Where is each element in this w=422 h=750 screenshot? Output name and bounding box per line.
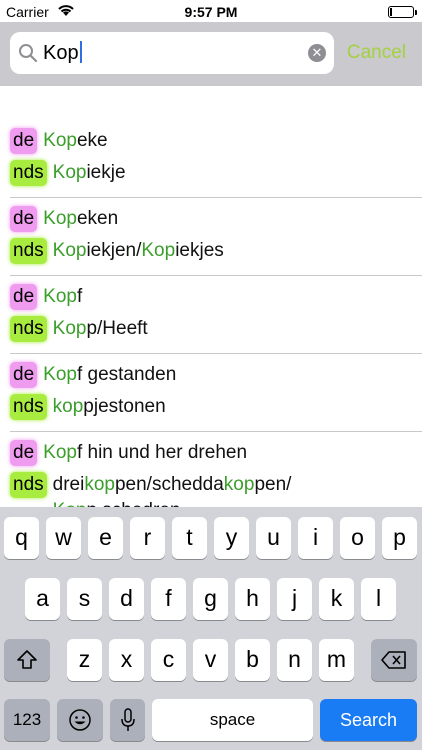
key-x[interactable]: x	[109, 639, 144, 681]
key-f[interactable]: f	[151, 578, 186, 620]
key-n[interactable]: n	[277, 639, 312, 681]
list-item[interactable]: de Kopf nds Kopp/Heeft	[10, 284, 422, 354]
backspace-icon	[381, 651, 406, 669]
de-word: Kopeken	[43, 208, 119, 229]
clear-icon[interactable]: ✕	[308, 44, 326, 62]
space-key[interactable]: space	[152, 699, 313, 741]
key-d[interactable]: d	[109, 578, 144, 620]
de-word: Kopf gestanden	[43, 364, 177, 385]
emoji-icon	[69, 709, 91, 731]
search-input[interactable]: Kop ✕	[10, 32, 334, 74]
search-key[interactable]: Search	[320, 699, 417, 741]
status-bar: Carrier 9:57 PM	[0, 0, 422, 22]
key-w[interactable]: w	[46, 517, 81, 559]
microphone-icon	[120, 708, 135, 731]
battery-icon	[388, 6, 417, 18]
search-bar: Kop ✕ Cancel	[0, 22, 422, 86]
key-v[interactable]: v	[193, 639, 228, 681]
de-tag: de	[10, 284, 38, 310]
key-u[interactable]: u	[256, 517, 291, 559]
text-caret	[79, 41, 82, 63]
key-r[interactable]: r	[130, 517, 165, 559]
key-g[interactable]: g	[193, 578, 228, 620]
key-j[interactable]: j	[277, 578, 312, 620]
key-k[interactable]: k	[319, 578, 354, 620]
key-c[interactable]: c	[151, 639, 186, 681]
list-item[interactable]: de Kopeke nds Kopiekje	[10, 128, 422, 198]
key-q[interactable]: q	[4, 517, 39, 559]
dictation-key[interactable]	[110, 699, 145, 741]
key-e[interactable]: e	[88, 517, 123, 559]
nds-word: dreikoppen/scheddakoppen/Kopp schedren	[52, 474, 292, 508]
nds-tag: nds	[10, 472, 47, 498]
de-word: Kopf hin und her drehen	[43, 442, 248, 463]
search-query: Kop	[43, 42, 79, 64]
key-i[interactable]: i	[298, 517, 333, 559]
nds-word: Kopiekjen/Kopiekjes	[52, 240, 224, 261]
nds-word: Kopiekje	[52, 162, 126, 183]
key-z[interactable]: z	[67, 639, 102, 681]
key-h[interactable]: h	[235, 578, 270, 620]
key-a[interactable]: a	[25, 578, 60, 620]
de-tag: de	[10, 128, 38, 154]
keyboard: q w e r t y u i o p a s d f g h j k l z …	[0, 507, 422, 750]
nds-tag: nds	[10, 316, 47, 342]
de-tag: de	[10, 206, 38, 232]
key-p[interactable]: p	[382, 517, 417, 559]
nds-tag: nds	[10, 160, 47, 186]
shift-key[interactable]	[4, 639, 50, 681]
list-item[interactable]: de Kopeken nds Kopiekjen/Kopiekjes	[10, 206, 422, 276]
key-b[interactable]: b	[235, 639, 270, 681]
emoji-key[interactable]	[57, 699, 103, 741]
nds-tag: nds	[10, 394, 47, 420]
delete-key[interactable]	[371, 639, 417, 681]
key-o[interactable]: o	[340, 517, 375, 559]
key-l[interactable]: l	[361, 578, 396, 620]
clock: 9:57 PM	[184, 4, 238, 20]
search-icon	[19, 44, 38, 63]
nds-tag: nds	[10, 238, 47, 264]
key-y[interactable]: y	[214, 517, 249, 559]
key-s[interactable]: s	[67, 578, 102, 620]
de-word: Kopf	[43, 286, 83, 307]
key-m[interactable]: m	[319, 639, 354, 681]
key-t[interactable]: t	[172, 517, 207, 559]
shift-icon	[17, 650, 37, 669]
results-list: de Kopeke nds Kopiekje de Kopeken nds Kopiek…	[0, 120, 422, 508]
numbers-key[interactable]: 123	[4, 699, 50, 741]
de-tag: de	[10, 362, 38, 388]
list-item[interactable]: de Kopf hin und her drehen nds dreikoppen/…	[10, 440, 422, 508]
de-tag: de	[10, 440, 38, 466]
nds-word: Kopp/Heeft	[52, 318, 148, 339]
cancel-button[interactable]: Cancel	[347, 42, 406, 64]
list-item[interactable]: de Kopf gestanden nds koppjestonen	[10, 362, 422, 432]
de-word: Kopeke	[43, 130, 108, 151]
nds-word: koppjestonen	[52, 396, 166, 417]
